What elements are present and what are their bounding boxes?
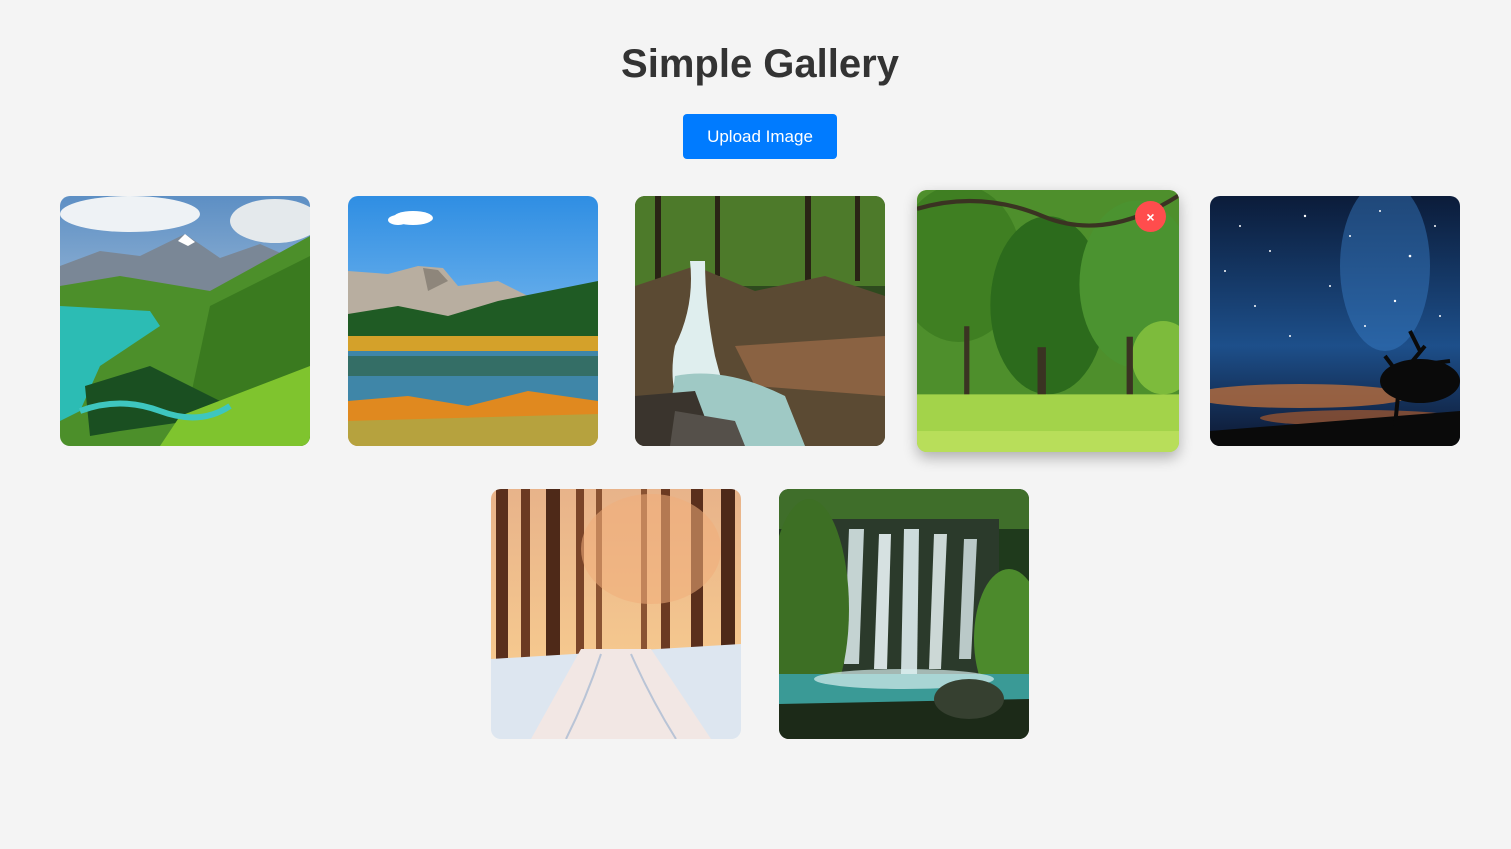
upload-image-button[interactable]: Upload Image	[683, 114, 837, 159]
gallery-image-forest-waterfall[interactable]	[635, 196, 885, 446]
gallery-image-snowy-forest[interactable]	[491, 489, 741, 739]
gallery-image-jungle-waterfall[interactable]	[779, 489, 1029, 739]
delete-image-button[interactable]: ×	[1135, 201, 1166, 232]
gallery-image-starry-night[interactable]	[1210, 196, 1460, 446]
gallery-image-green-park[interactable]: ×	[917, 190, 1179, 452]
gallery-image-mountain-lake[interactable]	[60, 196, 310, 446]
page-title: Simple Gallery	[621, 42, 899, 86]
gallery-image-alpine-lake[interactable]	[348, 196, 598, 446]
gallery-page: Simple Gallery Upload Image ×	[0, 0, 1511, 849]
